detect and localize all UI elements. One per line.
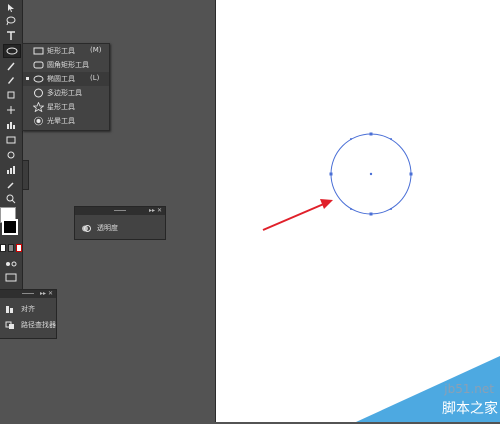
- pencil-tool-icon[interactable]: [3, 74, 19, 86]
- pathfinder-row[interactable]: 路径查找器: [0, 318, 56, 332]
- panel-controls[interactable]: ▸▸ ✕: [40, 290, 53, 298]
- polygon-tool-icon: [33, 88, 44, 98]
- panel-header[interactable]: ▸▸ ✕: [75, 207, 165, 215]
- center-point: [369, 172, 373, 176]
- panel-grip: [114, 210, 126, 212]
- lasso-tool-icon[interactable]: [3, 15, 19, 27]
- watermark-brand: 脚本之家: [442, 401, 498, 417]
- item-label: 星形工具: [47, 103, 75, 111]
- item-shortcut: (M): [90, 46, 102, 54]
- star-tool-icon: [32, 101, 45, 113]
- item-shortcut: (L): [90, 74, 100, 82]
- rounded-rectangle-tool-icon: [33, 60, 44, 70]
- align-label: 对齐: [21, 305, 35, 313]
- pathfinder-label: 路径查找器: [21, 321, 56, 329]
- item-label: 光晕工具: [47, 117, 75, 125]
- rounded-rectangle-tool-item[interactable]: 圆角矩形工具: [23, 58, 109, 72]
- artboard[interactable]: jb51.net 脚本之家: [216, 0, 500, 422]
- graph-tool-icon[interactable]: [3, 119, 19, 131]
- stroke-swatch[interactable]: [2, 219, 18, 235]
- brush-tool-icon[interactable]: [3, 60, 19, 72]
- star-tool-item[interactable]: 星形工具: [23, 100, 109, 114]
- color-mode-icons[interactable]: [0, 244, 22, 254]
- transparency-row[interactable]: 透明度: [75, 221, 165, 235]
- rectangle-tool-item[interactable]: 矩形工具 (M): [23, 44, 109, 58]
- panel-header[interactable]: ▸▸ ✕: [0, 290, 56, 298]
- panel-grip: [21, 293, 34, 295]
- ellipse-tool-button[interactable]: [3, 44, 21, 58]
- flare-tool-item[interactable]: 光晕工具: [23, 114, 109, 128]
- ellipse-tool-item[interactable]: 椭圆工具 (L): [23, 72, 109, 86]
- column-graph-tool-icon[interactable]: [3, 164, 19, 176]
- screen-mode-icon[interactable]: [3, 272, 19, 284]
- gradient-tool-icon[interactable]: [3, 149, 19, 161]
- flare-tool-icon: [33, 116, 44, 126]
- polygon-tool-item[interactable]: 多边形工具: [23, 86, 109, 100]
- canvas-drawing: [262, 132, 500, 422]
- transparency-icon: [81, 224, 91, 233]
- panel-controls[interactable]: ▸▸ ✕: [149, 207, 162, 215]
- tools-panel: [0, 0, 23, 300]
- draw-mode-icon[interactable]: [3, 258, 19, 270]
- pathfinder-icon: [5, 321, 15, 330]
- align-pathfinder-panel: ▸▸ ✕ 对齐 路径查找器: [0, 289, 57, 339]
- direct-select-tool-icon[interactable]: [3, 2, 19, 14]
- align-icon: [5, 305, 15, 314]
- item-label: 圆角矩形工具: [47, 61, 89, 69]
- zoom-tool-icon[interactable]: [3, 193, 19, 205]
- ellipse-tool-icon: [33, 74, 44, 84]
- type-tool-icon[interactable]: [3, 30, 19, 42]
- transparency-label: 透明度: [97, 224, 118, 232]
- item-label: 矩形工具: [47, 47, 75, 55]
- rotate-tool-icon[interactable]: [3, 89, 19, 101]
- red-arrow-icon: [262, 199, 333, 231]
- selected-bullet: [26, 77, 29, 80]
- watermark-site: jb51.net: [444, 382, 494, 396]
- align-row[interactable]: 对齐: [0, 302, 56, 316]
- item-label: 椭圆工具: [47, 75, 75, 83]
- mesh-tool-icon[interactable]: [3, 134, 19, 146]
- item-label: 多边形工具: [47, 89, 82, 97]
- rectangle-tool-icon: [33, 46, 44, 56]
- transparency-panel: ▸▸ ✕ 透明度: [74, 206, 166, 240]
- shape-tools-flyout: 矩形工具 (M) 圆角矩形工具 椭圆工具 (L) 多边形工具 星形工具 光晕工具: [22, 43, 110, 131]
- panel-collapse-tab[interactable]: [22, 160, 29, 190]
- eyedropper-tool-icon[interactable]: [3, 179, 19, 191]
- warp-tool-icon[interactable]: [3, 104, 19, 116]
